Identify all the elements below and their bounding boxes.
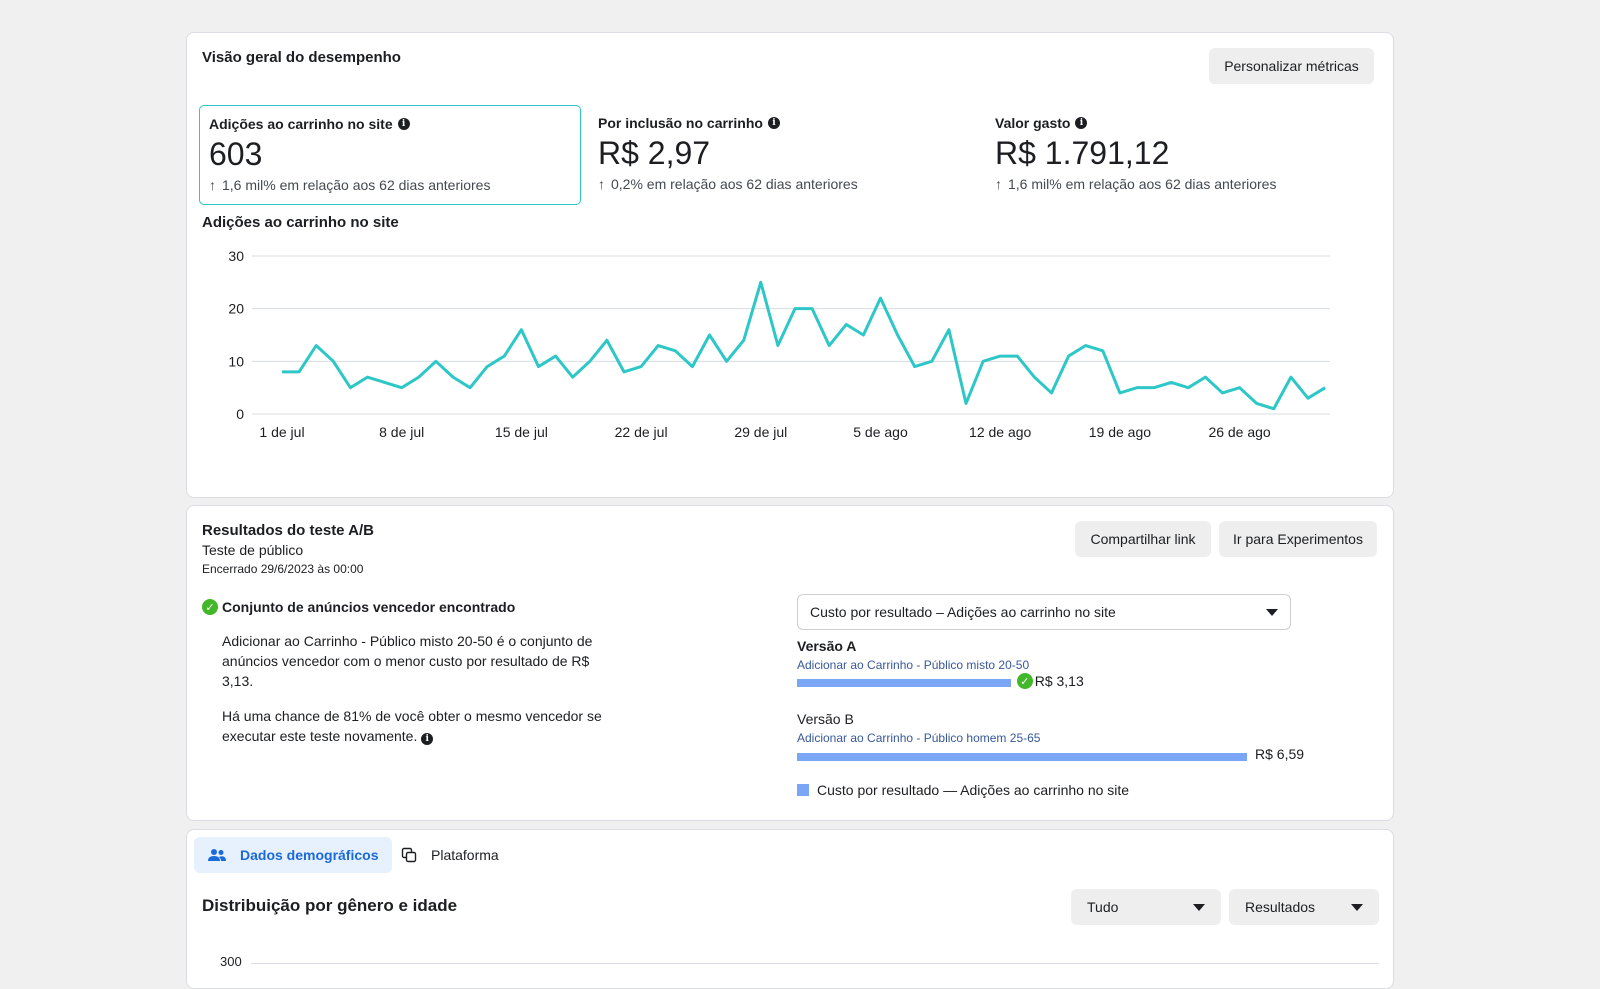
y-tick-label: 0 bbox=[236, 406, 244, 422]
y-axis-tick: 300 bbox=[220, 954, 242, 969]
tab-demographics-label: Dados demográficos bbox=[240, 847, 379, 863]
version-a-label: Versão A bbox=[797, 638, 857, 654]
legend-text: Custo por resultado — Adições ao carrinh… bbox=[817, 782, 1130, 798]
line-chart: 0 10 20 30 1 de jul 8 de jul 15 de jul 22 de ju… bbox=[228, 248, 1330, 440]
metric-select-value: Custo por resultado – Adições ao carrinh… bbox=[810, 604, 1116, 620]
people-icon bbox=[208, 849, 226, 861]
chart-title: Adições ao carrinho no site bbox=[202, 214, 399, 231]
gridline bbox=[251, 963, 1379, 964]
metric-label: Por inclusão no carrinho bbox=[598, 115, 763, 131]
x-tick-label: 8 de jul bbox=[379, 424, 424, 440]
x-tick-label: 22 de jul bbox=[615, 424, 668, 440]
arrow-up-icon: ↑ bbox=[995, 176, 1002, 192]
x-tick-label: 26 de ago bbox=[1208, 424, 1270, 440]
x-tick-label: 12 de ago bbox=[969, 424, 1031, 440]
breakdown-card: Dados demográficos Plataforma Distribuiç… bbox=[186, 829, 1394, 989]
caret-down-icon bbox=[1266, 608, 1278, 616]
metric-delta: 0,2% em relação aos 62 dias anteriores bbox=[611, 176, 858, 192]
info-icon[interactable]: i bbox=[1075, 117, 1088, 129]
version-b-value: R$ 6,59 bbox=[1255, 746, 1305, 762]
caret-down-icon bbox=[1193, 903, 1205, 911]
caret-down-icon bbox=[1351, 903, 1363, 911]
metric-delta: 1,6 mil% em relação aos 62 dias anterior… bbox=[222, 177, 491, 193]
performance-overview-card: Visão geral do desempenho Personalizar m… bbox=[186, 32, 1394, 498]
version-a-value: ✓ R$ 3,13 bbox=[1016, 673, 1084, 689]
metric-card-cost-per-add[interactable]: Por inclusão no carrinho i R$ 2,97 ↑ 0,2… bbox=[589, 105, 969, 205]
ab-test-title: Resultados do teste A/B bbox=[202, 522, 374, 539]
customize-metrics-button[interactable]: Personalizar métricas bbox=[1209, 48, 1374, 84]
x-tick-label: 19 de ago bbox=[1089, 424, 1151, 440]
repeat-chance-text: Há uma chance de 81% de você obter o mes… bbox=[222, 708, 602, 745]
metric-label: Valor gasto bbox=[995, 115, 1071, 131]
version-b-bar bbox=[797, 753, 1247, 761]
metric-value: R$ 1.791,12 bbox=[995, 135, 1170, 171]
legend-swatch bbox=[797, 784, 809, 796]
version-a-ad-set-link[interactable]: Adicionar ao Carrinho - Público misto 20… bbox=[797, 658, 1029, 672]
metric-label: Adições ao carrinho no site bbox=[209, 116, 393, 132]
y-tick-label: 20 bbox=[228, 301, 244, 317]
tab-platform-label: Plataforma bbox=[431, 847, 499, 863]
share-link-button[interactable]: Compartilhar link bbox=[1075, 521, 1211, 557]
x-tick-label: 5 de ago bbox=[853, 424, 908, 440]
breakdown-title: Distribuição por gênero e idade bbox=[202, 896, 458, 915]
arrow-up-icon: ↑ bbox=[598, 176, 605, 192]
x-tick-label: 15 de jul bbox=[495, 424, 548, 440]
tab-demographics[interactable]: Dados demográficos bbox=[194, 837, 393, 873]
version-a-bar bbox=[797, 679, 1011, 687]
ab-test-subtitle: Teste de público bbox=[202, 542, 304, 558]
x-tick-label: 29 de jul bbox=[734, 424, 787, 440]
tab-platform[interactable]: Plataforma bbox=[387, 837, 513, 873]
version-b-label: Versão B bbox=[797, 711, 854, 727]
metric-value: R$ 2,97 bbox=[598, 135, 711, 171]
go-to-experiments-button[interactable]: Ir para Experimentos bbox=[1219, 521, 1377, 557]
filter-all-dropdown[interactable]: Tudo bbox=[1071, 889, 1221, 925]
filter-results-dropdown[interactable]: Resultados bbox=[1229, 889, 1379, 925]
info-icon[interactable]: i bbox=[767, 117, 780, 129]
performance-title: Visão geral do desempenho bbox=[202, 49, 401, 66]
x-tick-label: 1 de jul bbox=[259, 424, 304, 440]
ab-test-ended: Encerrado 29/6/2023 às 00:00 bbox=[202, 562, 364, 576]
winner-heading: ✓ Conjunto de anúncios vencedor encontra… bbox=[202, 599, 515, 615]
y-tick-label: 30 bbox=[228, 248, 244, 264]
check-circle-icon: ✓ bbox=[1016, 673, 1033, 689]
arrow-up-icon: ↑ bbox=[209, 177, 216, 193]
info-icon[interactable]: i bbox=[421, 733, 434, 745]
winner-description: Adicionar ao Carrinho - Público misto 20… bbox=[222, 633, 593, 689]
check-circle-icon: ✓ bbox=[202, 599, 218, 615]
series-line bbox=[282, 280, 1326, 411]
metric-value: 603 bbox=[209, 136, 263, 172]
bar-legend: Custo por resultado — Adições ao carrinh… bbox=[797, 782, 1129, 798]
version-b-ad-set-link[interactable]: Adicionar ao Carrinho - Público homem 25… bbox=[797, 731, 1040, 745]
winner-heading-text: Conjunto de anúncios vencedor encontrado bbox=[222, 599, 516, 615]
metric-delta: 1,6 mil% em relação aos 62 dias anterior… bbox=[1008, 176, 1277, 192]
metric-card-amount-spent[interactable]: Valor gasto i R$ 1.791,12 ↑ 1,6 mil% em … bbox=[986, 105, 1376, 205]
metric-card-add-to-cart[interactable]: Adições ao carrinho no site i 603 ↑ 1,6 … bbox=[199, 105, 581, 205]
y-tick-label: 10 bbox=[228, 353, 244, 369]
metric-select[interactable]: Custo por resultado – Adições ao carrinh… bbox=[797, 594, 1291, 630]
ab-test-card: Resultados do teste A/B Teste de público… bbox=[186, 505, 1394, 821]
platform-icon bbox=[401, 847, 417, 863]
info-icon[interactable]: i bbox=[397, 118, 410, 130]
